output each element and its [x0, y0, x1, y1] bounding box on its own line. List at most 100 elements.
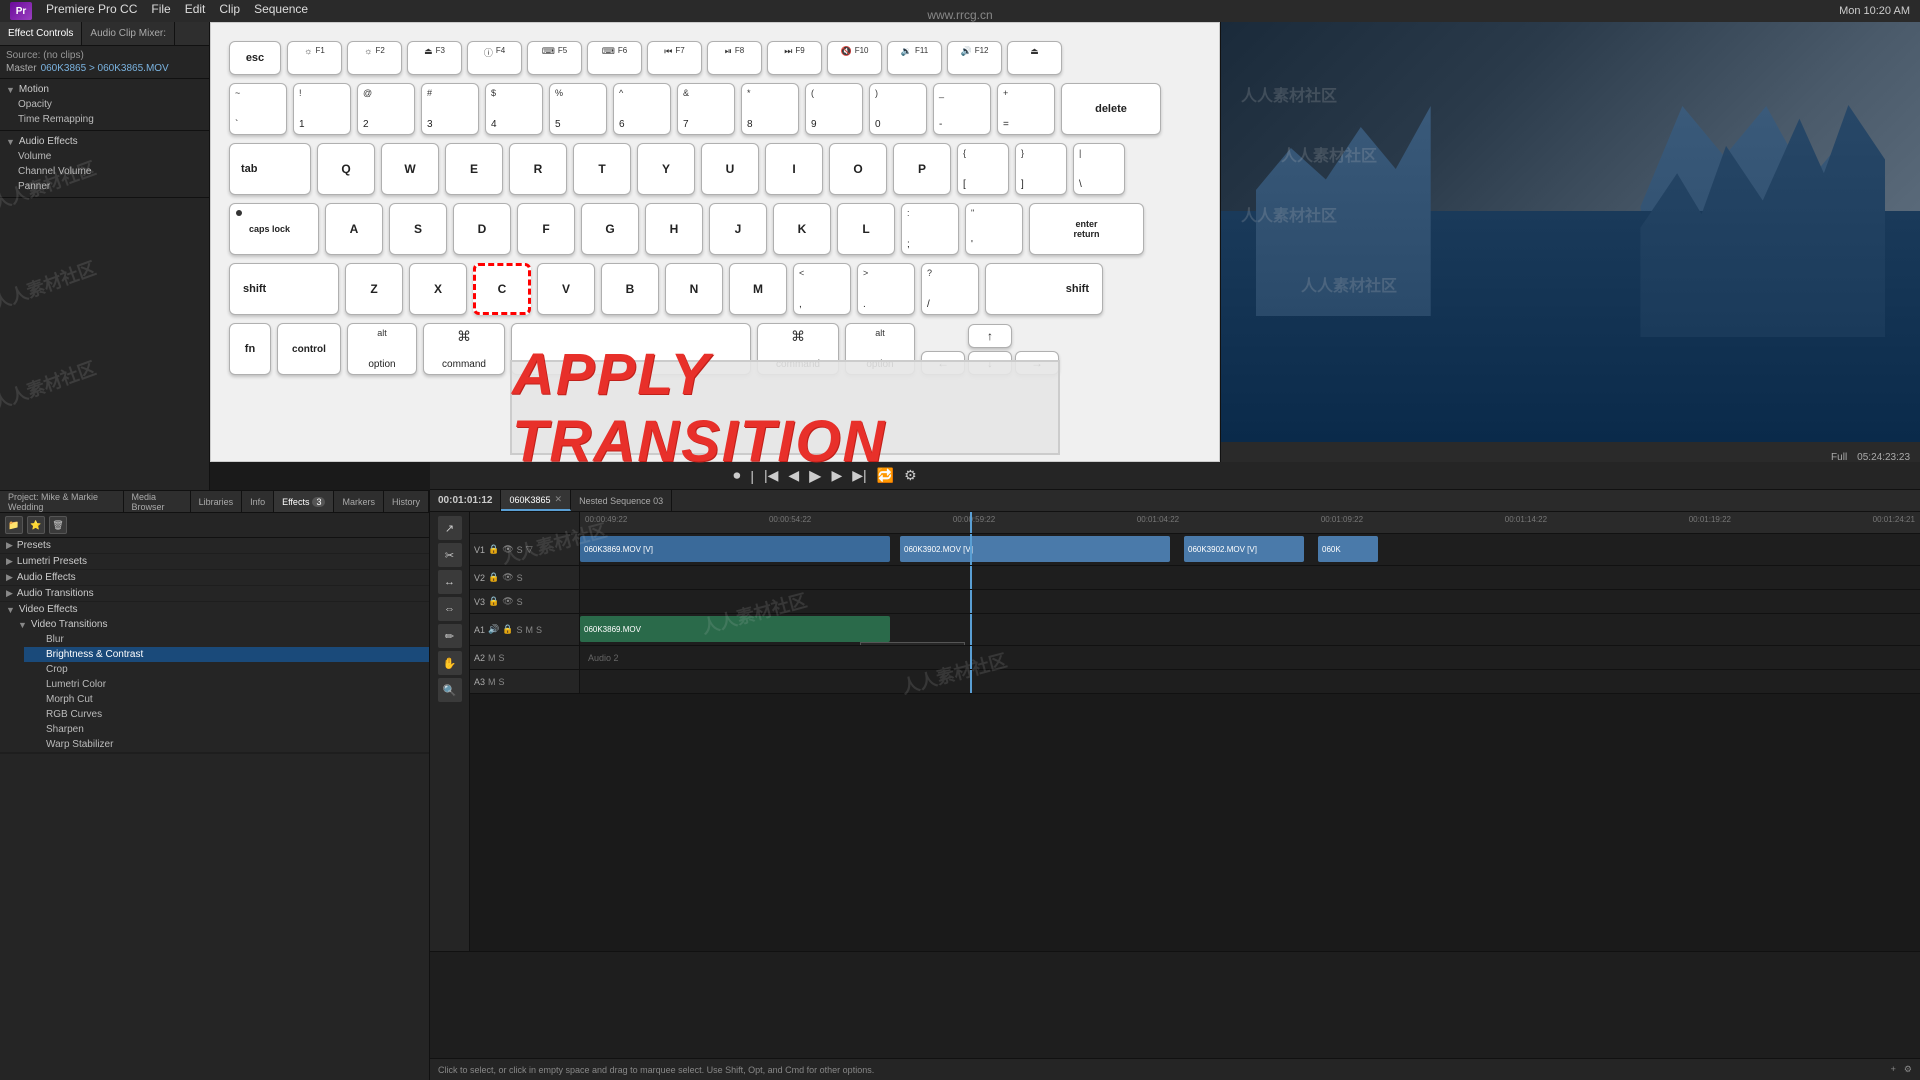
tool-pen[interactable]: ✏	[438, 624, 462, 648]
tool-select[interactable]: ↗	[438, 516, 462, 540]
key-f2[interactable]: ☼F2	[347, 41, 402, 75]
key-shift-right[interactable]: shift	[985, 263, 1103, 315]
group-audio-effects-header[interactable]: ▶ Audio Effects	[0, 570, 429, 585]
key-x[interactable]: X	[409, 263, 467, 315]
key-d[interactable]: D	[453, 203, 511, 255]
track-a1-icon[interactable]: 🔊	[488, 624, 499, 635]
track-a2-sync[interactable]: S	[499, 653, 505, 663]
track-v3-body[interactable]	[580, 590, 1920, 613]
key-tab[interactable]: tab	[229, 143, 311, 195]
clip-v1-2[interactable]: 060K3902.MOV [V]	[900, 536, 1170, 562]
track-v3-lock[interactable]: 🔒	[488, 596, 499, 607]
tool-slip[interactable]: ↔	[438, 570, 462, 594]
key-q[interactable]: Q	[317, 143, 375, 195]
zoom-level[interactable]: Full	[1831, 452, 1847, 463]
key-f5[interactable]: ⌨F5	[527, 41, 582, 75]
menu-clip[interactable]: Clip	[219, 2, 240, 20]
item-crop[interactable]: Crop	[24, 662, 429, 677]
key-bracket-close[interactable]: } ]	[1015, 143, 1067, 195]
tab-media-browser[interactable]: Media Browser	[124, 491, 191, 512]
key-t[interactable]: T	[573, 143, 631, 195]
track-v3-eye[interactable]: 👁	[502, 596, 513, 607]
key-eject[interactable]: ⏏	[1007, 41, 1062, 75]
key-caps-lock[interactable]: caps lock	[229, 203, 319, 255]
key-bracket-open[interactable]: { [	[957, 143, 1009, 195]
track-v3-sync[interactable]: S	[517, 597, 523, 607]
key-f4[interactable]: ⓘF4	[467, 41, 522, 75]
track-v1-eye[interactable]: 👁	[502, 544, 513, 555]
key-command-left[interactable]: ⌘ command	[423, 323, 505, 375]
track-a1-sync[interactable]: S	[516, 625, 522, 635]
track-v1-expand[interactable]: ▽	[526, 544, 533, 555]
key-8[interactable]: * 8	[741, 83, 799, 135]
tab-close-1[interactable]: ✕	[555, 494, 563, 505]
tool-slide[interactable]: ⇔	[438, 597, 462, 621]
key-minus[interactable]: _ -	[933, 83, 991, 135]
tab-effect-controls[interactable]: Effect Controls	[0, 22, 82, 45]
track-v2-body[interactable]	[580, 566, 1920, 589]
motion-header[interactable]: ▼ Motion	[0, 82, 209, 97]
key-z[interactable]: Z	[345, 263, 403, 315]
key-9[interactable]: ( 9	[805, 83, 863, 135]
key-2[interactable]: @ 2	[357, 83, 415, 135]
key-esc[interactable]: esc	[229, 41, 281, 75]
track-a3-mute[interactable]: M	[488, 677, 496, 687]
key-f1[interactable]: ☼F1	[287, 41, 342, 75]
key-return[interactable]: enter return	[1029, 203, 1144, 255]
track-v1-body[interactable]: 060K3869.MOV [V] 060K3902.MOV [V] 060K39…	[580, 534, 1920, 565]
track-a3-sync[interactable]: S	[499, 677, 505, 687]
key-f8[interactable]: ⏯F8	[707, 41, 762, 75]
tab-info[interactable]: Info	[242, 491, 274, 512]
item-opacity[interactable]: Opacity	[0, 97, 209, 112]
tab-project[interactable]: Project: Mike & Markie Wedding	[0, 491, 124, 512]
key-3[interactable]: # 3	[421, 83, 479, 135]
key-semicolon[interactable]: : ;	[901, 203, 959, 255]
group-presets-header[interactable]: ▶ Presets	[0, 538, 429, 553]
key-f12[interactable]: 🔊F12	[947, 41, 1002, 75]
item-blur[interactable]: Blur	[24, 632, 429, 647]
item-panner[interactable]: Panner	[0, 179, 209, 194]
item-morph-cut[interactable]: Morph Cut	[24, 692, 429, 707]
tool-razor[interactable]: ✂	[438, 543, 462, 567]
group-video-trans-header[interactable]: ▼ Video Transitions	[12, 617, 429, 632]
tab-markers[interactable]: Markers	[334, 491, 384, 512]
key-delete[interactable]: delete	[1061, 83, 1161, 135]
key-p[interactable]: P	[893, 143, 951, 195]
key-a[interactable]: A	[325, 203, 383, 255]
btn-add-effect[interactable]: ⭐	[27, 516, 45, 534]
key-7[interactable]: & 7	[677, 83, 735, 135]
item-brightness-contrast[interactable]: Brightness & Contrast	[24, 647, 429, 662]
key-o[interactable]: O	[829, 143, 887, 195]
item-time-remapping[interactable]: Time Remapping	[0, 112, 209, 127]
group-video-effects-header[interactable]: ▼ Video Effects	[0, 602, 429, 617]
key-0[interactable]: ) 0	[869, 83, 927, 135]
key-c[interactable]: C	[473, 263, 531, 315]
track-v1-lock[interactable]: 🔒	[488, 544, 499, 555]
key-b[interactable]: B	[601, 263, 659, 315]
tl-tab-main[interactable]: 060K3865 ✕	[501, 490, 571, 511]
audio-effects-header[interactable]: ▼ Audio Effects	[0, 134, 209, 149]
tool-hand[interactable]: ✋	[438, 651, 462, 675]
btn-delete-effect[interactable]: 🗑	[49, 516, 67, 534]
key-comma[interactable]: < ,	[793, 263, 851, 315]
key-f[interactable]: F	[517, 203, 575, 255]
track-a3-body[interactable]	[580, 670, 1920, 693]
key-1[interactable]: ! 1	[293, 83, 351, 135]
clip-a1-1[interactable]: 060K3869.MOV	[580, 616, 890, 642]
tool-zoom[interactable]: 🔍	[438, 678, 462, 702]
key-s[interactable]: S	[389, 203, 447, 255]
item-volume[interactable]: Volume	[0, 149, 209, 164]
key-w[interactable]: W	[381, 143, 439, 195]
track-v2-sync[interactable]: S	[517, 573, 523, 583]
key-k[interactable]: K	[773, 203, 831, 255]
tab-history[interactable]: History	[384, 491, 429, 512]
track-v2-eye[interactable]: 👁	[502, 572, 513, 583]
key-f11[interactable]: 🔉F11	[887, 41, 942, 75]
key-control[interactable]: control	[277, 323, 341, 375]
key-i[interactable]: I	[765, 143, 823, 195]
key-m[interactable]: M	[729, 263, 787, 315]
group-audio-trans-header[interactable]: ▶ Audio Transitions	[0, 586, 429, 601]
key-g[interactable]: G	[581, 203, 639, 255]
key-f3[interactable]: ⏏F3	[407, 41, 462, 75]
key-h[interactable]: H	[645, 203, 703, 255]
